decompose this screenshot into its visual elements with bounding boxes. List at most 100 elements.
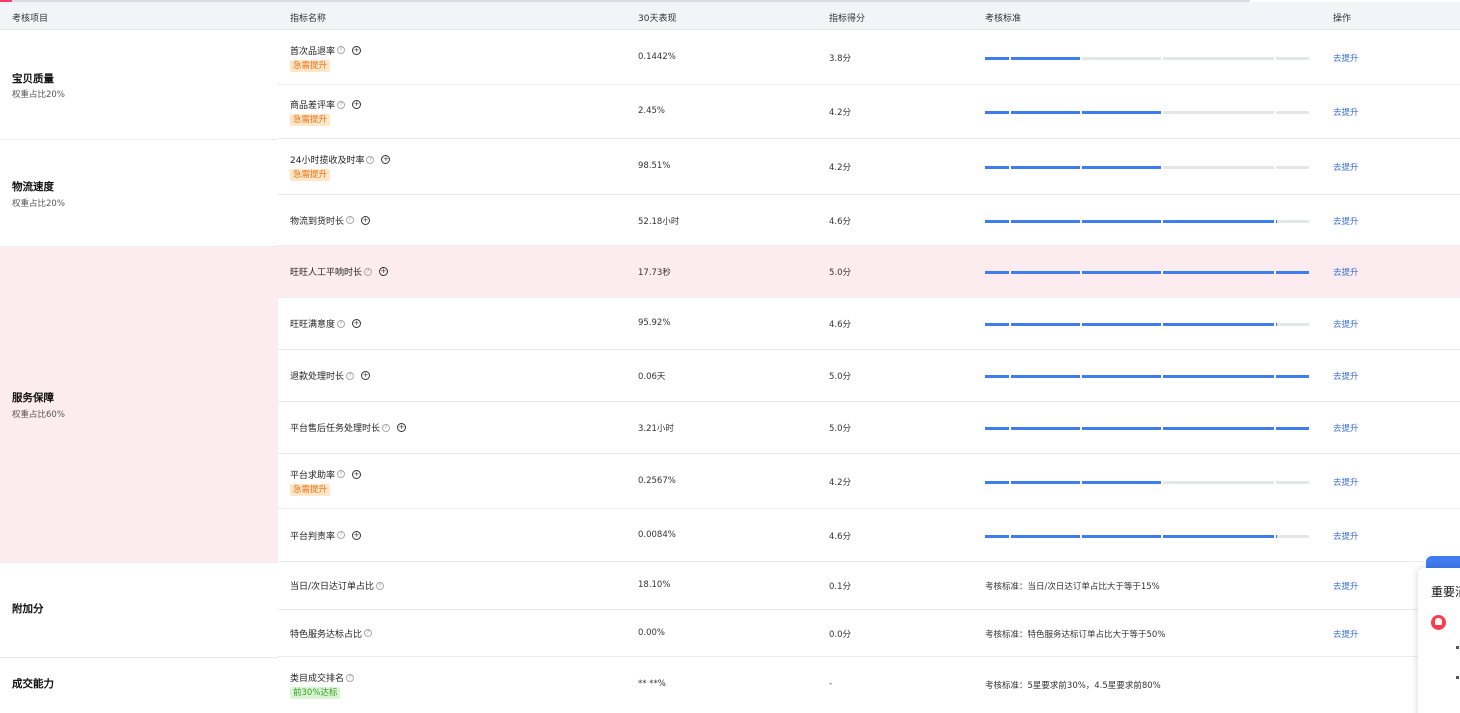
question-circle-icon[interactable]: ?: [337, 46, 346, 54]
question-circle-icon[interactable]: ?: [337, 100, 346, 109]
progress-segment-gap: [1274, 111, 1276, 114]
progress-segment-gap: [1161, 219, 1163, 223]
progress-fill: [985, 166, 1164, 169]
improve-link[interactable]: 去提升: [1333, 215, 1359, 227]
header-action: 操作: [1333, 14, 1352, 24]
improve-link[interactable]: 去提升: [1333, 580, 1359, 592]
question-circle-icon[interactable]: ?: [346, 216, 355, 224]
progress-segment-gap: [1009, 427, 1011, 430]
header-perf: 30天表现: [638, 14, 677, 24]
improve-link[interactable]: 去提升: [1333, 476, 1359, 488]
progress-segment-gap: [1274, 166, 1276, 169]
category-divider: [0, 246, 278, 247]
question-circle-icon[interactable]: ?: [346, 673, 355, 682]
progress-segment-gap: [1080, 323, 1082, 326]
plus-circle-icon[interactable]: +: [361, 215, 371, 225]
progress-fill: [985, 56, 1083, 60]
progress-segment-gap: [1274, 375, 1276, 378]
score-value: 5.0分: [829, 424, 852, 434]
perf-value: 18.10%: [638, 580, 671, 590]
progress-fill: [985, 375, 1309, 378]
question-circle-icon[interactable]: ?: [337, 319, 346, 328]
improve-link[interactable]: 去提升: [1333, 161, 1359, 173]
improve-link[interactable]: 去提升: [1333, 52, 1359, 64]
improve-link[interactable]: 去提升: [1333, 530, 1359, 542]
progress-segment-gap: [1274, 56, 1276, 60]
table-row: 首次品退率? + 急需提升 0.1442% 3.8分 去提升: [278, 30, 1460, 85]
popup-list-dot: [1456, 676, 1459, 679]
popup-list-dot: [1456, 646, 1459, 649]
progress-segment-gap: [1274, 219, 1276, 223]
question-circle-icon[interactable]: ?: [337, 531, 346, 539]
category-weight: 权重占比20%: [12, 199, 65, 209]
indicator-label: 旺旺满意度: [290, 320, 336, 330]
perf-value: 52.18小时: [638, 216, 680, 227]
popup-title: 重要消: [1431, 585, 1460, 599]
indicator-name: 商品差评率? +: [290, 98, 362, 111]
improve-link[interactable]: 去提升: [1333, 422, 1359, 434]
table-header: 考核项目 指标名称 30天表现 指标得分 考核标准 操作: [0, 2, 1460, 30]
standard-text: 考核标准：特色服务达标订单占比大于等于50%: [985, 629, 1166, 640]
question-circle-icon[interactable]: ?: [346, 371, 355, 380]
improve-link[interactable]: 去提升: [1333, 318, 1359, 330]
question-circle-icon[interactable]: ?: [366, 155, 375, 164]
plus-circle-icon[interactable]: +: [381, 155, 391, 164]
question-circle-icon[interactable]: ?: [364, 629, 373, 637]
progress-segment-gap: [1080, 375, 1082, 378]
progress-segment-gap: [1009, 534, 1011, 538]
question-circle-icon[interactable]: ?: [382, 423, 391, 432]
category-weight: 权重占比20%: [12, 90, 65, 100]
progress-segment-gap: [1080, 271, 1082, 274]
plus-circle-icon[interactable]: +: [352, 319, 362, 328]
category-title: 成交能力: [12, 678, 54, 690]
table-row: 平台售后任务处理时长? +3.21小时 5.0分 去提升: [278, 402, 1460, 454]
perf-value: 0.00%: [638, 627, 666, 638]
table-row: 当日/次日达订单占比? 18.10% 0.1分 考核标准：当日/次日达订单占比大于等于…: [278, 562, 1460, 610]
standard-progress-bar: [985, 534, 1309, 538]
plus-circle-icon[interactable]: +: [379, 267, 389, 276]
score-value: 3.8分: [829, 53, 852, 64]
standard-progress-bar: [985, 375, 1309, 378]
indicator-name: 类目成交排名?: [290, 671, 355, 684]
category-weight: 权重占比60%: [12, 410, 65, 420]
plus-circle-icon[interactable]: +: [352, 530, 362, 540]
plus-circle-icon[interactable]: +: [361, 371, 371, 380]
plus-circle-icon[interactable]: +: [352, 45, 362, 55]
plus-circle-icon[interactable]: +: [352, 100, 362, 109]
progress-segment-gap: [1161, 427, 1163, 430]
status-badge: 急需提升: [290, 483, 331, 496]
improve-link[interactable]: 去提升: [1333, 628, 1359, 640]
progress-fill: [985, 534, 1277, 538]
table-row: 特色服务达标占比? 0.00% 0.0分 考核标准：特色服务达标订单占比大于等于50%…: [278, 610, 1460, 657]
standard-progress-bar: [985, 271, 1309, 274]
progress-fill: [985, 271, 1309, 274]
improve-link[interactable]: 去提升: [1333, 370, 1359, 382]
progress-segment-gap: [1161, 166, 1163, 169]
indicator-name: 物流到货时长? +: [290, 214, 371, 227]
perf-value: 0.06天: [638, 372, 666, 382]
table-row: 商品差评率? + 急需提升 2.45% 4.2分 去提升: [278, 85, 1460, 139]
score-value: 4.6分: [829, 216, 852, 227]
improve-link[interactable]: 去提升: [1333, 106, 1359, 118]
progress-segment-gap: [1274, 323, 1276, 326]
plus-circle-icon[interactable]: +: [352, 469, 362, 479]
question-circle-icon[interactable]: ?: [376, 581, 385, 590]
category-divider: [0, 657, 278, 658]
question-circle-icon[interactable]: ?: [364, 267, 373, 276]
perf-value: 2.45%: [638, 106, 666, 116]
progress-segment-gap: [1161, 480, 1163, 484]
progress-segment-gap: [1080, 111, 1082, 114]
progress-segment-gap: [1009, 323, 1011, 326]
improve-link[interactable]: 去提升: [1333, 266, 1359, 278]
progress-segment-gap: [1080, 219, 1082, 223]
indicator-name: 首次品退率? +: [290, 44, 362, 57]
indicator-label: 平台售后任务处理时长: [290, 424, 381, 434]
progress-fill: [985, 111, 1164, 114]
progress-segment-gap: [1009, 480, 1011, 484]
table-row: 平台求助率? + 急需提升 0.2567% 4.2分 去提升: [278, 454, 1460, 509]
indicator-label: 24小时揽收及时率: [290, 156, 365, 166]
plus-circle-icon[interactable]: +: [397, 423, 407, 432]
indicator-label: 特色服务达标占比: [290, 629, 363, 640]
question-circle-icon[interactable]: ?: [337, 470, 346, 478]
standard-progress-bar: [985, 480, 1309, 484]
